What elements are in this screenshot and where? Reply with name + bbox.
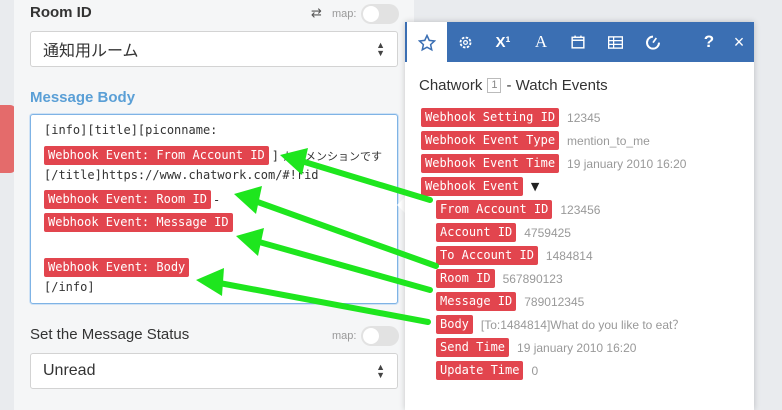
item-from-account-id[interactable]: From Account ID 123456 bbox=[436, 200, 600, 219]
body-line-3: [/title]https://www.chatwork.com/#!rid bbox=[44, 168, 319, 182]
item-value: [To:1484814]What do you like to eat？ bbox=[480, 318, 685, 332]
item-label: Webhook Event Type bbox=[421, 131, 560, 150]
item-value: 0 bbox=[531, 363, 539, 378]
item-body[interactable]: Body [To:1484814]What do you like to eat？ bbox=[436, 315, 684, 334]
body-line-1: [info][title][piconname: bbox=[44, 123, 218, 137]
item-value: 19 january 2010 16:20 bbox=[567, 156, 687, 171]
room-id-map-toggle[interactable]: map: bbox=[332, 4, 400, 24]
swap-icon[interactable]: ⇄ bbox=[311, 6, 322, 21]
item-value: 19 january 2010 16:20 bbox=[517, 340, 637, 355]
item-label: Message ID bbox=[436, 292, 517, 311]
superscript-icon[interactable]: X¹ bbox=[485, 22, 521, 62]
dash-text: - bbox=[212, 192, 221, 207]
item-label: Room ID bbox=[436, 269, 495, 288]
message-status-label: Set the Message Status bbox=[30, 326, 190, 343]
popup-toolbar: X¹ A ? × bbox=[405, 22, 757, 64]
gear-icon[interactable] bbox=[447, 22, 483, 62]
room-id-label: Room ID bbox=[30, 4, 92, 21]
status-map-toggle[interactable]: map: bbox=[332, 326, 400, 346]
message-status-value: Unread bbox=[43, 362, 96, 379]
item-label: Webhook Setting ID bbox=[421, 108, 560, 127]
item-value: 4759425 bbox=[524, 225, 571, 240]
body-line-4: Webhook Event: Room ID - bbox=[44, 190, 220, 209]
item-update-time[interactable]: Update Time 0 bbox=[436, 361, 538, 380]
item-value: 12345 bbox=[567, 110, 601, 125]
item-value: 567890123 bbox=[502, 271, 563, 286]
item-label: Account ID bbox=[436, 223, 517, 242]
item-label: Webhook Event bbox=[421, 177, 523, 196]
item-account-id[interactable]: Account ID 4759425 bbox=[436, 223, 571, 242]
item-webhook-event-type[interactable]: Webhook Event Type mention_to_me bbox=[421, 131, 650, 150]
room-id-select[interactable]: 通知用ルーム ▲ ▼ bbox=[30, 31, 398, 67]
mapping-popup: X¹ A ? × Chatwork 1 - Watch Events Webho… bbox=[405, 22, 754, 410]
module-number: 1 bbox=[487, 78, 502, 93]
token-body[interactable]: Webhook Event: Body bbox=[44, 258, 190, 277]
item-value: 123456 bbox=[560, 202, 601, 217]
mention-text: からメンションです bbox=[282, 149, 382, 163]
body-line-2: Webhook Event: From Account ID ] からメンション… bbox=[44, 146, 382, 165]
room-id-select-value: 通知用ルーム bbox=[43, 43, 139, 60]
map-switch[interactable] bbox=[361, 326, 400, 346]
module-event: - Watch Events bbox=[506, 77, 608, 94]
calendar-icon[interactable] bbox=[560, 22, 596, 62]
item-send-time[interactable]: Send Time 19 january 2010 16:20 bbox=[436, 338, 636, 357]
body-line-5: Webhook Event: Message ID bbox=[44, 213, 233, 232]
table-icon[interactable] bbox=[597, 22, 633, 62]
caret-down-icon[interactable]: ▼ bbox=[531, 180, 539, 193]
message-body-label: Message Body bbox=[30, 89, 136, 106]
token-from-account-id[interactable]: Webhook Event: From Account ID bbox=[44, 146, 269, 165]
item-value: mention_to_me bbox=[567, 133, 650, 148]
item-webhook-event-time[interactable]: Webhook Event Time 19 january 2010 16:20 bbox=[421, 154, 686, 173]
item-to-account-id[interactable]: To Account ID 1484814 bbox=[436, 246, 593, 265]
map-label: map: bbox=[332, 330, 357, 342]
item-label: From Account ID bbox=[436, 200, 553, 219]
item-label: To Account ID bbox=[436, 246, 538, 265]
item-label: Body bbox=[436, 315, 473, 334]
message-status-select[interactable]: Unread ▲ ▼ bbox=[30, 353, 398, 389]
module-name: Chatwork bbox=[419, 77, 483, 94]
text-format-icon[interactable]: A bbox=[523, 22, 559, 62]
body-line-7: [/info] bbox=[44, 280, 95, 294]
item-label: Send Time bbox=[436, 338, 510, 357]
gauge-icon[interactable] bbox=[635, 22, 671, 62]
map-switch[interactable] bbox=[361, 4, 400, 24]
item-value: 789012345 bbox=[524, 294, 585, 309]
item-message-id[interactable]: Message ID 789012345 bbox=[436, 292, 584, 311]
item-webhook-event[interactable]: Webhook Event ▼ bbox=[421, 177, 539, 196]
item-label: Update Time bbox=[436, 361, 524, 380]
message-body-textarea[interactable]: [info][title][piconname: Webhook Event: … bbox=[30, 114, 398, 304]
select-arrows-icon: ▲ ▼ bbox=[376, 362, 385, 380]
body-line-6: Webhook Event: Body bbox=[44, 258, 190, 277]
token-message-id[interactable]: Webhook Event: Message ID bbox=[44, 213, 233, 232]
module-title: Chatwork 1 - Watch Events bbox=[419, 77, 608, 94]
item-webhook-setting-id[interactable]: Webhook Setting ID 12345 bbox=[421, 108, 600, 127]
star-icon[interactable] bbox=[407, 22, 447, 64]
item-label: Webhook Event Time bbox=[421, 154, 560, 173]
item-value: 1484814 bbox=[545, 248, 593, 263]
close-icon[interactable]: × bbox=[721, 22, 757, 62]
bracket-text: ] bbox=[271, 148, 279, 163]
map-label: map: bbox=[332, 8, 357, 20]
item-room-id[interactable]: Room ID 567890123 bbox=[436, 269, 563, 288]
select-arrows-icon: ▲ ▼ bbox=[376, 40, 385, 58]
token-room-id[interactable]: Webhook Event: Room ID bbox=[44, 190, 211, 209]
